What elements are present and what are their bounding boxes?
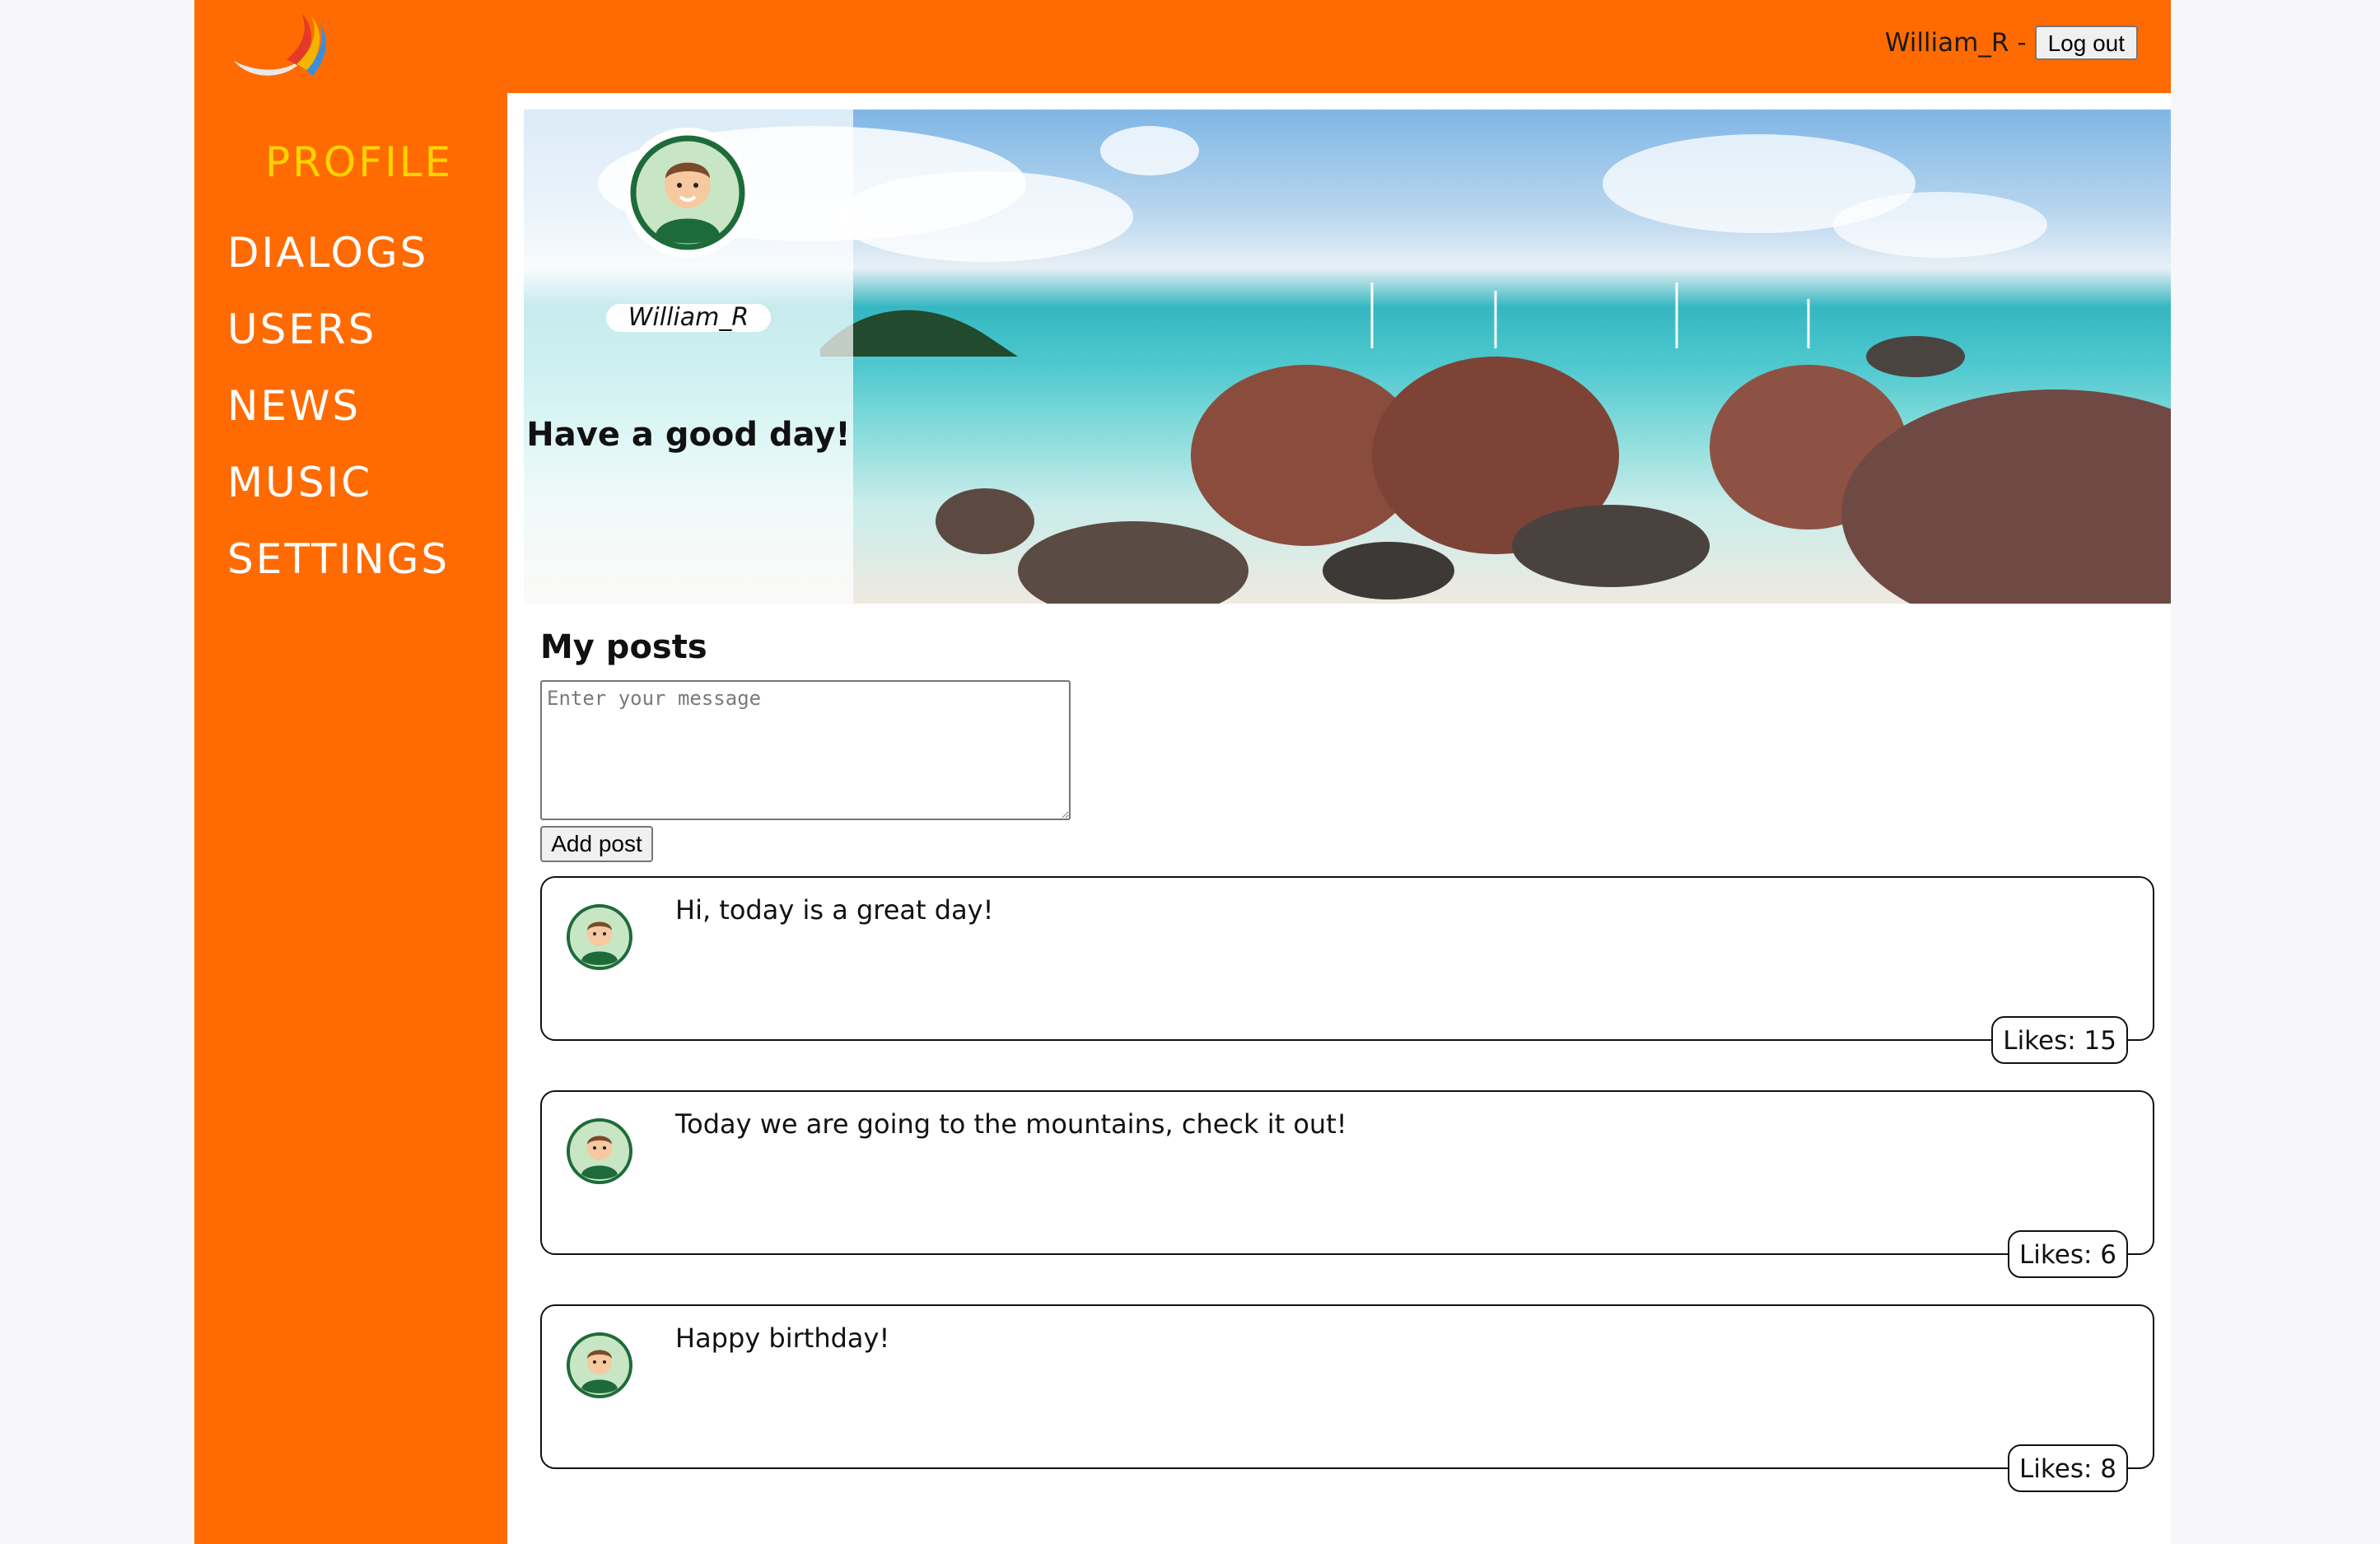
header-separator: -	[2017, 28, 2027, 58]
likes-count[interactable]: Likes: 6	[2008, 1230, 2128, 1278]
post-item: Happy birthday! Likes: 8	[540, 1304, 2154, 1492]
user-avatar-icon	[630, 135, 745, 250]
user-area: William_R - Log out	[1885, 26, 2138, 60]
add-post-button[interactable]: Add post	[540, 826, 653, 862]
app-page: William_R - Log out PROFILE DIALOGS USER…	[194, 0, 2171, 1544]
post-item: Hi, today is a great day! Likes: 15	[540, 876, 2154, 1064]
post-avatar-icon	[567, 1332, 632, 1398]
my-posts-title: My posts	[540, 628, 707, 666]
sidebar-nav: PROFILE DIALOGS USERS NEWS MUSIC SETTING…	[194, 93, 507, 1544]
profile-card: William_R Have a good day!	[524, 110, 853, 604]
nav-item-users[interactable]: USERS	[227, 306, 376, 353]
post-avatar-icon	[567, 1118, 632, 1184]
nav-item-settings[interactable]: SETTINGS	[227, 535, 450, 583]
post-text: Happy birthday!	[675, 1322, 890, 1354]
header-username: William_R	[1884, 28, 2009, 58]
nav-item-music[interactable]: MUSIC	[227, 459, 372, 506]
post-avatar-icon	[567, 904, 632, 970]
app-header: William_R - Log out	[194, 0, 2171, 93]
profile-avatar	[623, 128, 753, 258]
post-text: Hi, today is a great day!	[675, 894, 994, 926]
nav-item-profile[interactable]: PROFILE	[265, 138, 453, 186]
nav-item-news[interactable]: NEWS	[227, 382, 361, 430]
likes-count[interactable]: Likes: 15	[1991, 1016, 2128, 1064]
logo-icon	[234, 13, 326, 76]
logout-button[interactable]: Log out	[2034, 26, 2138, 60]
profile-status[interactable]: Have a good day!	[524, 416, 853, 454]
profile-name: William_R	[606, 304, 771, 332]
new-post-textarea[interactable]	[540, 680, 1071, 820]
post-text: Today we are going to the mountains, che…	[675, 1108, 1347, 1140]
post-item: Today we are going to the mountains, che…	[540, 1090, 2154, 1278]
nav-item-dialogs[interactable]: DIALOGS	[227, 229, 428, 277]
app-logo[interactable]	[229, 10, 331, 81]
likes-count[interactable]: Likes: 8	[2008, 1444, 2128, 1492]
profile-content: William_R Have a good day! My posts Add …	[507, 93, 2171, 1544]
